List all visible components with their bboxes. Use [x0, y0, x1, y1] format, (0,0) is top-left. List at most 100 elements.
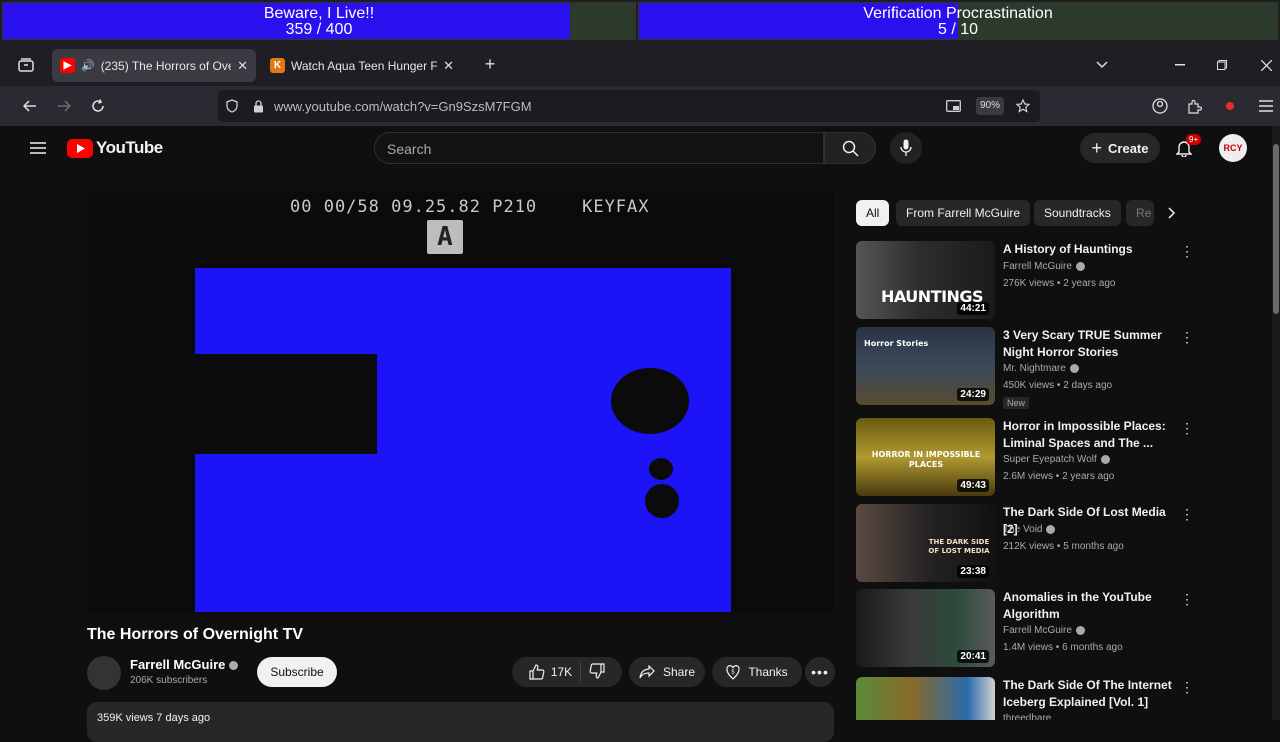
page-scrollbar[interactable] — [1272, 126, 1280, 720]
duration-badge: 20:41 — [957, 650, 989, 663]
recommendation-title[interactable]: Horror in Impossible Places: Liminal Spa… — [1003, 418, 1183, 452]
description-box[interactable]: 359K views 7 days ago — [87, 702, 834, 742]
progress-title-left: Beware, I Live!! — [263, 5, 375, 22]
create-label: Create — [1108, 140, 1149, 156]
chip-soundtracks[interactable]: Soundtracks — [1034, 200, 1121, 226]
lock-icon[interactable] — [250, 98, 266, 114]
subscribe-button[interactable]: Subscribe — [257, 657, 337, 687]
progress-count-right: 5 / 10 — [937, 21, 979, 38]
video-player[interactable]: 00 00/58 09.25.82 P210 KEYFAX A — [87, 192, 834, 612]
stream-overlay: Beware, I Live!! 359 / 400 Verification … — [0, 0, 1280, 44]
video-thumbnail[interactable] — [856, 677, 995, 720]
recommendation-channel-name: Farrell McGuire — [1003, 261, 1072, 272]
video-black-shape — [195, 354, 377, 454]
reload-icon[interactable] — [88, 96, 108, 116]
new-tab-icon[interactable]: + — [480, 54, 500, 74]
bookmark-star-icon[interactable] — [1014, 97, 1032, 115]
chip-more[interactable]: Re — [1126, 200, 1154, 226]
back-arrow-icon[interactable] — [20, 96, 40, 116]
search-icon — [842, 140, 859, 157]
recommendation-channel[interactable]: Mr. Nightmare — [1003, 363, 1079, 374]
more-vertical-icon[interactable]: ⋮ — [1180, 506, 1194, 524]
recommendation-item[interactable]: HAUNTINGS 44:21 A History of Hauntings F… — [856, 241, 1196, 321]
more-vertical-icon[interactable]: ⋮ — [1180, 243, 1194, 261]
recommendation-title[interactable]: Anomalies in the YouTube Algorithm — [1003, 589, 1183, 623]
verified-icon — [1100, 454, 1110, 464]
user-avatar[interactable]: RCY — [1219, 134, 1247, 162]
more-vertical-icon[interactable]: ⋮ — [1180, 679, 1194, 697]
share-button[interactable]: Share — [629, 657, 705, 687]
search-input[interactable]: Search — [374, 132, 824, 164]
tab-overview-icon[interactable] — [14, 56, 38, 74]
app-menu-icon[interactable] — [1256, 96, 1276, 116]
recommendation-channel-name: Farrell McGuire — [1003, 625, 1072, 636]
youtube-logo[interactable]: YouTube — [67, 138, 163, 158]
close-tab-icon[interactable]: ✕ — [443, 58, 454, 74]
url-text[interactable]: www.youtube.com/watch?v=Gn9SzsM7FGM — [274, 99, 532, 114]
like-button[interactable]: 17K — [529, 664, 572, 680]
recommendation-channel[interactable]: Farrell McGuire — [1003, 261, 1085, 272]
voice-search-button[interactable] — [890, 132, 922, 164]
picture-in-picture-icon[interactable] — [944, 98, 962, 114]
restore-icon[interactable] — [1212, 55, 1232, 75]
video-thumbnail[interactable]: THE DARK SIDE OF LOST MEDIA 23:38 — [856, 504, 995, 582]
dislike-button[interactable] — [589, 662, 605, 682]
close-tab-icon[interactable]: ✕ — [237, 58, 248, 74]
recommendation-channel[interactable]: Super Eyepatch Wolf — [1003, 454, 1110, 465]
chevron-right-icon[interactable] — [1162, 203, 1182, 223]
tab-youtube[interactable]: ▶ 🔊 (235) The Horrors of Overnight TV ✕ — [52, 49, 256, 82]
thumbnail-text: HORROR IN IMPOSSIBLE PLACES — [871, 450, 981, 469]
recommendation-item[interactable]: The Dark Side Of The Internet Iceberg Ex… — [856, 677, 1196, 720]
thanks-button[interactable]: $ Thanks — [712, 657, 802, 687]
close-window-icon[interactable] — [1256, 55, 1276, 75]
channel-avatar[interactable] — [87, 656, 121, 690]
duration-badge: 49:43 — [957, 479, 989, 492]
new-badge: New — [1003, 397, 1030, 409]
channel-name[interactable]: Farrell McGuire — [130, 657, 239, 672]
chip-from-channel[interactable]: From Farrell McGuire — [896, 200, 1031, 226]
verified-icon — [1069, 363, 1079, 373]
speaker-icon: 🔊 — [81, 60, 95, 72]
search-button[interactable] — [824, 132, 876, 164]
recommendation-channel-name: Super Eyepatch Wolf — [1003, 454, 1097, 465]
more-vertical-icon[interactable]: ⋮ — [1180, 329, 1194, 347]
shield-icon[interactable] — [224, 98, 240, 114]
create-button[interactable]: + Create — [1080, 133, 1160, 163]
recommendation-title[interactable]: The Dark Side Of The Internet Iceberg Ex… — [1003, 677, 1183, 711]
guide-menu-icon[interactable] — [28, 139, 48, 157]
progress-title-right: Verification Procrastination — [863, 5, 1053, 22]
list-tabs-chevron-icon[interactable] — [1092, 55, 1112, 75]
recommendation-channel[interactable]: Farrell McGuire — [1003, 625, 1085, 636]
recommendation-meta: 450K views • 2 days ago — [1003, 380, 1113, 391]
forward-arrow-icon[interactable] — [54, 96, 74, 116]
account-icon[interactable] — [1150, 96, 1170, 116]
more-actions-button[interactable]: ••• — [805, 657, 835, 687]
extensions-icon[interactable] — [1184, 96, 1204, 116]
video-thumbnail[interactable]: Horror Stories 24:29 — [856, 327, 995, 405]
address-bar[interactable]: www.youtube.com/watch?v=Gn9SzsM7FGM 90% — [218, 90, 1040, 122]
recommendation-meta: 276K views • 2 years ago — [1003, 278, 1116, 289]
recommendation-title[interactable]: A History of Hauntings — [1003, 241, 1183, 258]
recommendation-item[interactable]: Horror Stories 24:29 3 Very Scary TRUE S… — [856, 327, 1196, 409]
recommendation-channel[interactable]: threedbare — [1003, 713, 1051, 720]
scrollbar-thumb[interactable] — [1273, 144, 1279, 314]
more-vertical-icon[interactable]: ⋮ — [1180, 420, 1194, 438]
video-black-circle — [611, 368, 689, 434]
video-thumbnail[interactable]: 20:41 — [856, 589, 995, 667]
thumbs-down-icon — [589, 662, 605, 679]
more-vertical-icon[interactable]: ⋮ — [1180, 591, 1194, 609]
browser-nav-bar: www.youtube.com/watch?v=Gn9SzsM7FGM 90% — [0, 86, 1280, 126]
recommendation-title[interactable]: 3 Very Scary TRUE Summer Night Horror St… — [1003, 327, 1183, 361]
recommendation-item[interactable]: 20:41 Anomalies in the YouTube Algorithm… — [856, 589, 1196, 669]
video-thumbnail[interactable]: HORROR IN IMPOSSIBLE PLACES 49:43 — [856, 418, 995, 496]
minimize-icon[interactable] — [1170, 55, 1190, 75]
recommendation-item[interactable]: THE DARK SIDE OF LOST MEDIA 23:38 The Da… — [856, 504, 1196, 584]
record-extension-icon[interactable] — [1220, 96, 1240, 116]
zoom-level[interactable]: 90% — [976, 97, 1004, 115]
chip-all[interactable]: All — [856, 200, 890, 226]
video-thumbnail[interactable]: HAUNTINGS 44:21 — [856, 241, 995, 319]
like-divider — [580, 662, 582, 682]
recommendation-channel[interactable]: The Void — [1003, 524, 1056, 535]
tab-aqua-teen[interactable]: K Watch Aqua Teen Hunger Force ✕ — [262, 49, 462, 82]
recommendation-item[interactable]: HORROR IN IMPOSSIBLE PLACES 49:43 Horror… — [856, 418, 1196, 498]
